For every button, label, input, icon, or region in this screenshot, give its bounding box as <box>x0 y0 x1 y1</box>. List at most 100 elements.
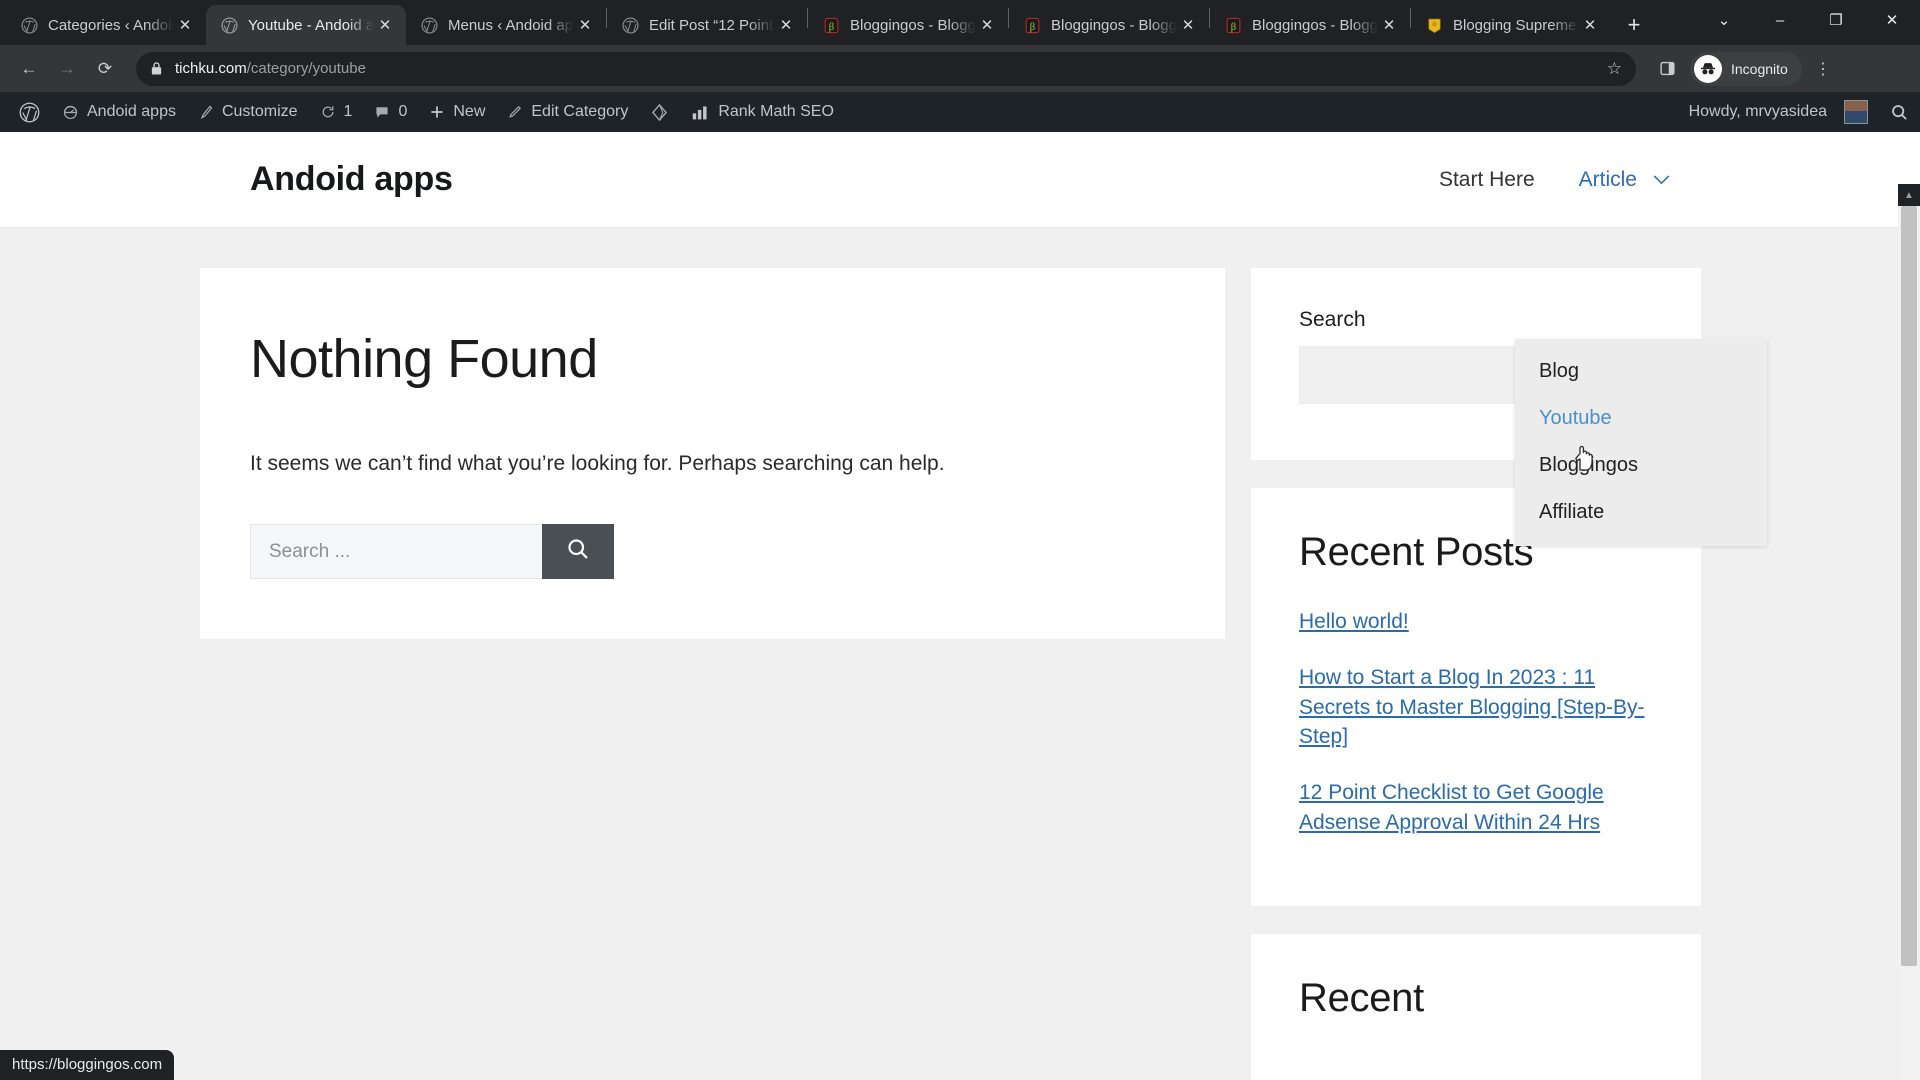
window-controls: ⌄ – ❐ ✕ <box>1696 0 1920 45</box>
close-icon[interactable]: ✕ <box>374 14 396 36</box>
close-icon[interactable]: ✕ <box>1579 14 1601 36</box>
close-icon[interactable]: ✕ <box>775 14 797 36</box>
search-input[interactable] <box>250 524 542 579</box>
tab-title: Bloggingos - Bloggin <box>1252 16 1378 34</box>
admin-bar-howdy[interactable]: Howdy, mrvyasidea <box>1678 92 1879 132</box>
pencil-icon <box>507 104 523 120</box>
admin-bar-right: Howdy, mrvyasidea <box>1678 92 1920 132</box>
updates-icon <box>320 104 336 120</box>
admin-bar-comments[interactable]: 0 <box>363 92 418 132</box>
admin-bar-updates-count: 1 <box>343 103 353 120</box>
search-icon <box>1890 103 1909 122</box>
browser-tab-active[interactable]: Youtube - Andoid apps ✕ <box>206 5 406 45</box>
minimize-icon[interactable]: – <box>1752 0 1808 40</box>
dropdown-item-bloggingos[interactable]: Bloggingos <box>1515 442 1767 489</box>
nav-item-article-label: Article <box>1578 167 1637 191</box>
browser-tab[interactable]: Categories ‹ Andoid apps ✕ <box>6 5 206 45</box>
scrollbar-thumb[interactable] <box>1901 206 1917 966</box>
not-found-message: It seems we can’t find what you’re looki… <box>250 452 945 475</box>
tab-title: Menus ‹ Andoid apps <box>448 16 574 34</box>
admin-bar-new-label: New <box>453 103 486 120</box>
page-title: Nothing Found <box>250 329 598 389</box>
wordpress-logo-icon[interactable] <box>8 92 51 132</box>
admin-bar-site-name[interactable]: Andoid apps <box>51 92 187 132</box>
address-bar[interactable]: tichku.com /category/youtube ☆ <box>136 51 1636 86</box>
list-item: Hello world! <box>1299 607 1653 637</box>
side-panel-icon[interactable] <box>1650 52 1684 86</box>
dropdown-item-blog[interactable]: Blog <box>1515 348 1767 395</box>
page-viewport: Andoid apps Customize 1 0 New Edit Categ… <box>0 92 1920 1080</box>
widget-recent-posts: Recent Posts Hello world! How to Start a… <box>1251 488 1701 906</box>
recent-post-link[interactable]: 12 Point Checklist to Get Google Adsense… <box>1299 781 1604 834</box>
admin-bar-comments-count: 0 <box>398 103 408 120</box>
incognito-profile-button[interactable]: Incognito <box>1690 51 1802 86</box>
site-header: Andoid apps Start Here Article <box>0 132 1920 228</box>
diamond-icon <box>650 103 669 122</box>
recent-widget-title: Recent <box>1299 975 1424 1020</box>
browser-tab[interactable]: β Bloggingos - Bloggin ✕ <box>808 5 1008 45</box>
close-icon[interactable]: ✕ <box>174 14 196 36</box>
scroll-up-arrow-icon[interactable]: ▲ <box>1898 184 1920 206</box>
close-icon[interactable]: ✕ <box>1378 14 1400 36</box>
admin-bar-customize-label: Customize <box>221 103 298 120</box>
wordpress-icon <box>20 16 38 34</box>
bloggingos-icon: β <box>1224 16 1242 34</box>
reload-icon[interactable]: ⟳ <box>88 52 122 86</box>
admin-bar-edit-category-label: Edit Category <box>531 103 629 120</box>
admin-bar-updates[interactable]: 1 <box>309 92 364 132</box>
admin-bar-site-label: Andoid apps <box>87 103 176 120</box>
new-tab-button[interactable]: + <box>1617 8 1651 42</box>
lock-icon <box>150 61 163 76</box>
back-icon[interactable]: ← <box>12 52 46 86</box>
rankmath-icon <box>691 104 710 121</box>
recent-post-link[interactable]: How to Start a Blog In 2023 : 11 Secrets… <box>1299 666 1645 749</box>
admin-bar-new[interactable]: New <box>418 92 496 132</box>
close-icon[interactable]: ✕ <box>976 14 998 36</box>
search-submit-button[interactable] <box>542 524 614 579</box>
nav-item-article[interactable]: Article <box>1579 168 1670 192</box>
browser-tab[interactable]: β Bloggingos - Bloggin ✕ <box>1210 5 1410 45</box>
url-path: /category/youtube <box>246 60 366 77</box>
dropdown-item-youtube[interactable]: Youtube <box>1515 395 1767 442</box>
tab-title: Youtube - Andoid apps <box>248 16 374 34</box>
incognito-icon <box>1694 54 1722 83</box>
browser-menu-icon[interactable]: ⋮ <box>1806 52 1840 86</box>
brush-icon <box>198 104 214 120</box>
close-icon[interactable]: ✕ <box>574 14 596 36</box>
admin-bar-elementor[interactable] <box>639 92 680 132</box>
recent-post-link[interactable]: Hello world! <box>1299 610 1409 633</box>
browser-tab[interactable]: Blogging Supreme La ✕ <box>1411 5 1611 45</box>
tab-title: Blogging Supreme La <box>1453 16 1579 34</box>
site-title[interactable]: Andoid apps <box>250 160 453 199</box>
url-host: tichku.com <box>175 60 247 77</box>
browser-tab[interactable]: β Bloggingos - Bloggin ✕ <box>1009 5 1209 45</box>
search-icon <box>566 537 590 567</box>
admin-bar-edit-category[interactable]: Edit Category <box>496 92 639 132</box>
dropdown-item-affiliate[interactable]: Affiliate <box>1515 489 1767 536</box>
bookmark-star-icon[interactable]: ☆ <box>1607 59 1622 79</box>
article-dropdown-menu: Blog Youtube Bloggingos Affiliate <box>1515 339 1767 546</box>
nav-item-start-here[interactable]: Start Here <box>1439 168 1535 192</box>
tab-search-icon[interactable]: ⌄ <box>1696 0 1752 40</box>
admin-bar-search[interactable] <box>1879 92 1920 132</box>
primary-navigation: Start Here Article <box>1439 168 1670 192</box>
forward-icon[interactable]: → <box>50 52 84 86</box>
svg-text:β: β <box>828 21 833 32</box>
browser-tab[interactable]: Edit Post “12 Point Ch ✕ <box>607 5 807 45</box>
wordpress-icon <box>420 16 438 34</box>
admin-bar-customize[interactable]: Customize <box>187 92 309 132</box>
mouse-cursor <box>1573 444 1595 477</box>
browser-toolbar: ← → ⟳ tichku.com /category/youtube ☆ Inc… <box>0 45 1920 92</box>
tab-title: Categories ‹ Andoid apps <box>48 16 174 34</box>
dashboard-icon <box>62 104 79 121</box>
tab-title: Bloggingos - Bloggin <box>1051 16 1177 34</box>
window-close-icon[interactable]: ✕ <box>1864 0 1920 40</box>
tab-title: Bloggingos - Bloggin <box>850 16 976 34</box>
close-icon[interactable]: ✕ <box>1177 14 1199 36</box>
maximize-icon[interactable]: ❐ <box>1808 0 1864 40</box>
chevron-down-icon[interactable] <box>1653 172 1670 188</box>
admin-bar-rank-math[interactable]: Rank Math SEO <box>680 92 845 132</box>
browser-tab[interactable]: Menus ‹ Andoid apps ✕ <box>406 5 606 45</box>
bloggingos-icon: β <box>1023 16 1041 34</box>
page-scrollbar[interactable]: ▲ <box>1898 184 1920 1080</box>
